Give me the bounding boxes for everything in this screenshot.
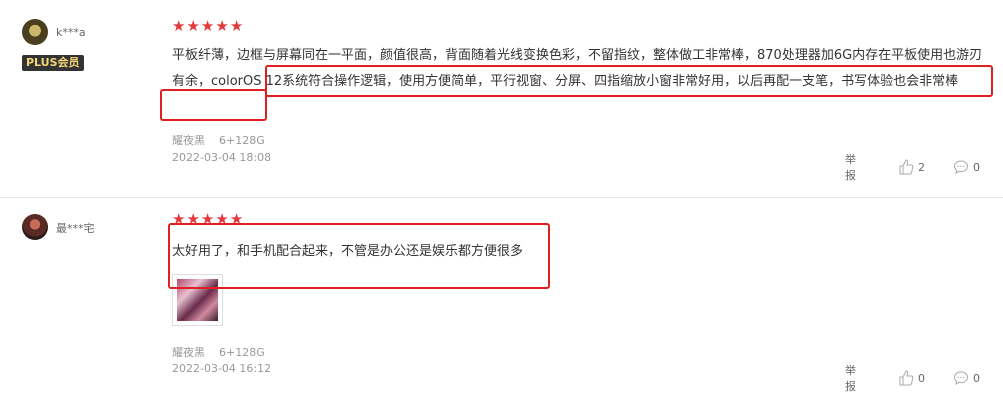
star-icon: ★ [215, 17, 229, 35]
comment-count: 0 [973, 160, 980, 174]
color-label: 耀夜黑 [172, 134, 205, 147]
thumbs-up-icon [898, 159, 914, 175]
like-button[interactable]: 2 [898, 159, 925, 175]
comment-count: 0 [973, 371, 980, 385]
spec-label: 6+128G [219, 134, 265, 147]
star-icon: ★ [172, 17, 186, 35]
star-icon: ★ [200, 17, 215, 35]
review-datetime: 2022-03-04 18:08 [172, 151, 272, 164]
comment-icon [953, 370, 969, 386]
comment-icon [953, 159, 969, 175]
thumbs-up-icon [898, 370, 914, 386]
avatar[interactable] [22, 214, 48, 240]
username[interactable]: k***a [56, 26, 86, 39]
star-icon: ★ [229, 17, 244, 35]
highlight-box [265, 65, 993, 97]
color-label: 耀夜黑 [172, 346, 205, 359]
review-datetime: 2022-03-04 16:12 [172, 362, 272, 375]
star-rating: ★ ★ ★ ★ ★ [172, 18, 243, 34]
product-spec: 耀夜黑 6+128G [172, 132, 265, 148]
comment-button[interactable]: 0 [953, 159, 980, 175]
spec-label: 6+128G [219, 346, 265, 359]
product-spec: 耀夜黑 6+128G [172, 344, 265, 360]
report-button[interactable]: 举报 [845, 362, 856, 394]
like-button[interactable]: 0 [898, 370, 925, 386]
comment-button[interactable]: 0 [953, 370, 980, 386]
plus-member-badge: PLUS会员 [22, 55, 84, 71]
highlight-box [168, 223, 550, 289]
report-button[interactable]: 举报 [845, 151, 856, 183]
like-count: 0 [918, 371, 925, 385]
review-item: k***a PLUS会员 ★ ★ ★ ★ ★ 平板纤薄，边框与屏幕同在一平面，颜… [0, 0, 1003, 198]
like-count: 2 [918, 160, 925, 174]
star-icon: ★ [186, 17, 200, 35]
highlight-box [160, 89, 267, 121]
avatar[interactable] [22, 19, 48, 45]
username[interactable]: 最***宅 [56, 220, 95, 236]
